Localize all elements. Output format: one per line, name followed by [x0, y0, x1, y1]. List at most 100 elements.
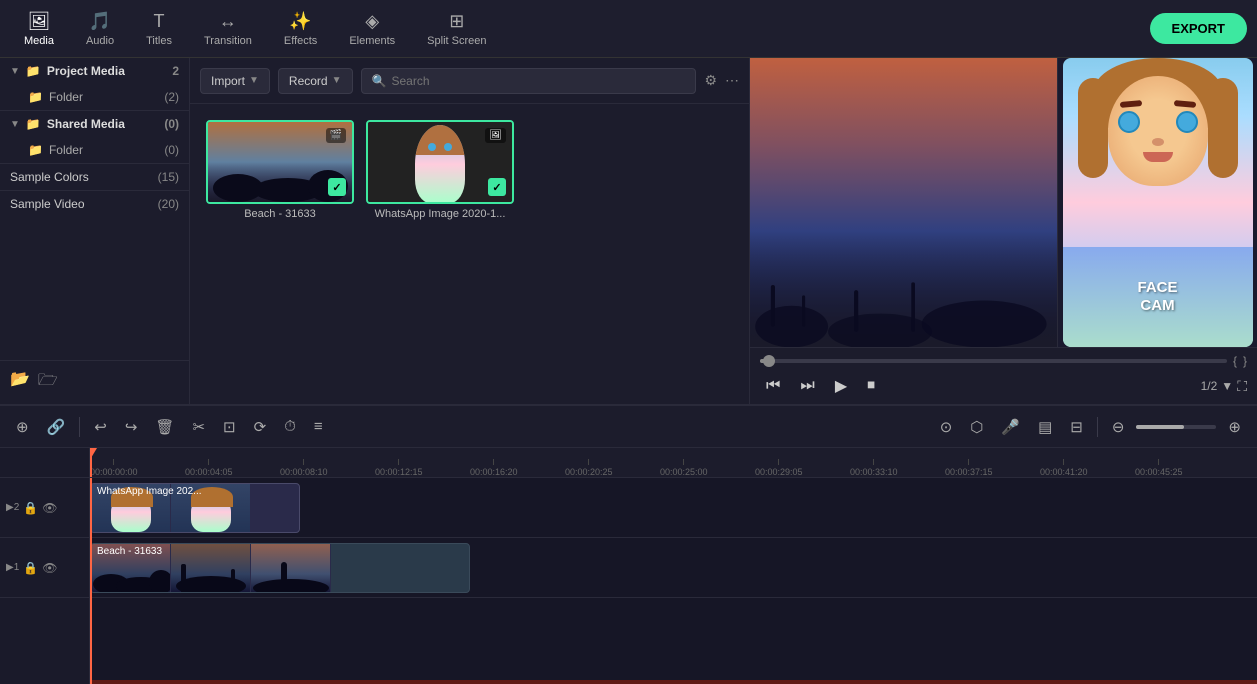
timeline-main: 00:00:00:00 00:00:04:05 00:00:08:10 00:0…	[90, 448, 1257, 684]
sidebar-item-sample-video[interactable]: Sample Video (20)	[0, 191, 189, 217]
fullscreen-button[interactable]: ⛶	[1237, 378, 1247, 395]
titles-label: Titles	[146, 35, 172, 47]
redo-button[interactable]: ↪	[119, 414, 144, 440]
shared-media-label: Shared Media	[47, 117, 125, 131]
toolbar-media[interactable]: 🖼 Media	[10, 7, 68, 51]
adjust-button[interactable]: ≡	[308, 414, 329, 439]
search-box[interactable]: 🔍	[361, 68, 697, 94]
audio-label: Audio	[86, 35, 114, 47]
beach-clip[interactable]: Beach - 31633	[90, 543, 470, 593]
progress-track[interactable]	[760, 359, 1227, 363]
timeline-playhead-ruler	[90, 448, 92, 477]
toolbar-effects[interactable]: ✨ Effects	[270, 7, 331, 51]
export-button[interactable]: EXPORT	[1150, 13, 1247, 44]
sidebar-item-project-media[interactable]: ▼ 📁 Project Media 2	[0, 58, 189, 84]
ruler-tick-1: 00:00:04:05	[185, 459, 233, 477]
whatsapp-clip[interactable]: WhatsApp Image 202...	[90, 483, 300, 533]
media-grid: 🎬 ✓ Beach - 31633	[190, 104, 749, 404]
add-track-button[interactable]: ⊕	[10, 414, 35, 440]
edit-toolbar: ⊕ 🔗 ↩ ↪ 🗑 ✂ ⊡ ⟳ ⏱ ≡ ⊙ ⬡ 🎤 ▤ ⊟ ⊖ ⊕	[0, 406, 1257, 448]
toolbar-titles[interactable]: T Titles	[132, 7, 186, 51]
voice-button[interactable]: 🎤	[995, 414, 1026, 440]
timeline-area: ▶2 🔒 👁 ▶1 🔒 👁 00:00:00:00	[0, 448, 1257, 684]
new-folder-icon[interactable]: 📂	[10, 369, 30, 396]
media-item-whatsapp[interactable]: 🖼 ✓ WhatsApp Image 2020-1...	[366, 120, 514, 388]
sample-video-count: (20)	[158, 197, 179, 211]
split-button[interactable]: ⊟	[1064, 414, 1089, 440]
sidebar-item-folder-1[interactable]: 📁 Folder (2)	[0, 84, 189, 110]
folder-link-icon[interactable]: 🗁	[38, 369, 58, 396]
zoom-in-button[interactable]: ⊕	[1222, 414, 1247, 440]
track-1-num: ▶1	[6, 562, 19, 573]
zoom-out-button[interactable]: ⊖	[1106, 414, 1131, 440]
track-2-label: ▶2 🔒 👁	[0, 478, 89, 538]
delete-button[interactable]: 🗑	[149, 414, 180, 440]
stop-button[interactable]: ⏹	[861, 375, 881, 397]
track-2-num: ▶2	[6, 502, 19, 513]
sidebar-item-folder-2[interactable]: 📁 Folder (0)	[0, 137, 189, 163]
media-panel: Import ▼ Record ▼ 🔍 ⚙ ⋯	[190, 58, 750, 404]
splitscreen-icon: ⊞	[449, 11, 464, 32]
media-label: Media	[24, 35, 54, 47]
freeze-button[interactable]: ⏱	[278, 414, 302, 439]
cut-button[interactable]: ✂	[186, 414, 211, 440]
progress-row: { }	[760, 354, 1247, 368]
zoom-slider[interactable]	[1136, 425, 1216, 429]
record-button[interactable]: Record ▼	[278, 68, 353, 94]
folder-sub-icon: 📁	[28, 90, 43, 104]
toolbar-splitscreen[interactable]: ⊞ Split Screen	[413, 7, 500, 51]
track-2-lock-icon[interactable]: 🔒	[23, 501, 38, 515]
top-toolbar: 🖼 Media 🎵 Audio T Titles ↔ Transition ✨ …	[0, 0, 1257, 58]
progress-thumb[interactable]	[763, 355, 775, 367]
rotate-button[interactable]: ⟳	[248, 414, 273, 440]
playhead-triangle	[90, 448, 97, 458]
sidebar: ▼ 📁 Project Media 2 📁 Folder (2) ▼ 📁 Sha…	[0, 58, 190, 404]
ruler-tick-6: 00:00:25:00	[660, 459, 708, 477]
page-number: 1/2	[1201, 379, 1218, 393]
whatsapp-selected-check: ✓	[488, 178, 506, 196]
ruler-tick-4: 00:00:16:20	[470, 459, 518, 477]
shared-media-section: ▼ 📁 Shared Media (0) 📁 Folder (0)	[0, 111, 189, 163]
import-label: Import	[211, 74, 245, 88]
grid-view-icon[interactable]: ⋯	[725, 72, 739, 89]
folder-sub-icon-2: 📁	[28, 143, 43, 157]
track-1-lock-icon[interactable]: 🔒	[23, 561, 38, 575]
link-button[interactable]: 🔗	[41, 414, 72, 440]
crop-button[interactable]: ⊡	[217, 414, 242, 440]
prev-frame-button[interactable]: ⏮	[760, 375, 786, 397]
folder-1-label: Folder	[49, 90, 83, 104]
sample-colors-label: Sample Colors	[10, 170, 89, 184]
step-back-button[interactable]: ⏭	[794, 375, 820, 397]
filter-icon[interactable]: ⚙	[704, 72, 717, 89]
import-button[interactable]: Import ▼	[200, 68, 270, 94]
toolbar-transition[interactable]: ↔ Transition	[190, 7, 266, 51]
search-input[interactable]	[391, 74, 685, 88]
project-media-section: ▼ 📁 Project Media 2 📁 Folder (2)	[0, 58, 189, 110]
motion-button[interactable]: ⊙	[934, 414, 959, 440]
undo-button[interactable]: ↩	[88, 414, 113, 440]
media-toolbar: Import ▼ Record ▼ 🔍 ⚙ ⋯	[190, 58, 749, 104]
transition-label: Transition	[204, 35, 252, 47]
toolbar-elements[interactable]: ◈ Elements	[335, 7, 409, 51]
record-arrow-icon: ▼	[332, 75, 342, 86]
page-dropdown-icon[interactable]: ▼	[1221, 379, 1233, 393]
ruler-tick-9: 00:00:37:15	[945, 459, 993, 477]
play-button[interactable]: ▶	[829, 374, 853, 398]
beach-label: Beach - 31633	[206, 208, 354, 220]
track-2-eye-icon[interactable]: 👁	[42, 501, 57, 515]
captions-button[interactable]: ▤	[1032, 414, 1058, 440]
whatsapp-type-icon: 🖼	[485, 128, 506, 143]
audio-icon: 🎵	[89, 11, 111, 32]
mask-button[interactable]: ⬡	[964, 414, 989, 440]
sidebar-item-shared-media[interactable]: ▼ 📁 Shared Media (0)	[0, 111, 189, 137]
arrow-icon: ▼	[10, 66, 20, 77]
track-1-icons: ▶1 🔒 👁	[6, 561, 57, 575]
folder-1-count: (2)	[164, 90, 179, 104]
ruler-tick-11: 00:00:45:25	[1135, 459, 1183, 477]
project-media-count: 2	[172, 64, 179, 78]
toolbar-audio[interactable]: 🎵 Audio	[72, 7, 128, 51]
sidebar-item-sample-colors[interactable]: Sample Colors (15)	[0, 164, 189, 190]
whatsapp-thumbnail: 🖼 ✓	[366, 120, 514, 204]
media-item-beach[interactable]: 🎬 ✓ Beach - 31633	[206, 120, 354, 388]
track-1-eye-icon[interactable]: 👁	[42, 561, 57, 575]
